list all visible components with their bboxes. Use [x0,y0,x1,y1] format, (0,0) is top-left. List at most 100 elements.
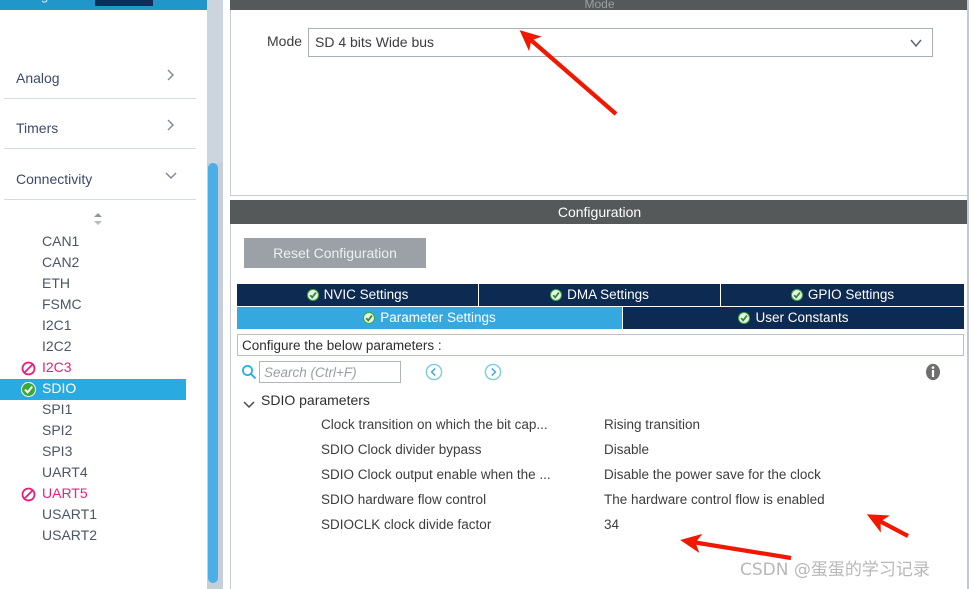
divider [4,148,196,149]
sidebar-tab-underline [0,8,207,10]
sidebar-item-label: SPI1 [42,401,73,417]
sort-updown-icon[interactable] [90,212,106,226]
sidebar-category-timers[interactable]: Timers [0,112,200,150]
sidebar-item-can1[interactable]: CAN1 [0,232,186,253]
mode-field-label: Mode [267,33,303,49]
watermark-text: CSDN @蛋蛋的学习记录 [740,560,930,580]
configuration-tabs-row-1: NVIC Settings DMA Settings GPIO Settings [237,284,964,306]
parameter-value: Disable the power save for the clock [604,467,821,482]
table-row[interactable]: SDIO Clock divider bypass Disable [237,442,964,467]
sidebar-item-uart5[interactable]: UART5 [0,484,186,505]
configuration-section-body: Reset Configuration NVIC Settings DMA Se… [230,224,969,589]
divider [4,199,196,200]
sidebar-item-label: I2C2 [42,338,72,354]
sidebar-item-spi2[interactable]: SPI2 [0,421,186,442]
sidebar-item-label: CAN1 [42,233,80,249]
chevron-right-icon [164,118,178,132]
tab-gpio-settings[interactable]: GPIO Settings [721,284,964,306]
tab-parameter-settings[interactable]: Parameter Settings [237,307,623,329]
mode-dropdown-value: SD 4 bits Wide bus [315,34,435,50]
sidebar-item-fsmc[interactable]: FSMC [0,295,186,316]
tab-a-to-z[interactable]: A->Z [95,0,153,6]
main-content-panel: Mode Mode SD 4 bits Wide bus Configurati… [230,0,969,589]
sidebar-item-spi1[interactable]: SPI1 [0,400,186,421]
chevron-right-icon [164,68,178,82]
circle-right-arrow-icon[interactable] [484,363,502,381]
chevron-down-icon [908,36,924,50]
sidebar-item-i2c2[interactable]: I2C2 [0,337,186,358]
sidebar-item-usart2[interactable]: USART2 [0,526,186,547]
chevron-down-icon[interactable] [242,398,256,412]
mode-section-header: Mode [230,0,969,10]
sidebar-item-eth[interactable]: ETH [0,274,186,295]
table-row[interactable]: SDIO Clock output enable when the ... Di… [237,467,964,492]
parameter-value: 34 [604,517,620,532]
sidebar-scrollbar-top-region[interactable] [207,0,223,163]
table-row[interactable]: SDIOCLK clock divide factor 34 [237,517,964,542]
tab-label: DMA Settings [567,287,649,302]
mode-dropdown[interactable]: SD 4 bits Wide bus [308,28,933,57]
sidebar-item-label: USART2 [42,527,97,543]
chevron-down-icon [164,169,178,183]
parameter-name: SDIOCLK clock divide factor [321,517,492,532]
sidebar-item-can2[interactable]: CAN2 [0,253,186,274]
mode-section-body: Mode SD 4 bits Wide bus [230,10,969,196]
search-input[interactable] [259,361,401,383]
circle-left-arrow-icon[interactable] [425,363,443,381]
sidebar-category-connectivity[interactable]: Connectivity [0,163,200,201]
tab-label: User Constants [755,310,849,325]
sidebar-item-i2c1[interactable]: I2C1 [0,316,186,337]
sidebar-item-label: SPI3 [42,443,73,459]
sidebar-category-label: Timers [16,120,59,136]
parameter-name: Clock transition on which the bit cap... [321,417,548,432]
sidebar-item-label: CAN2 [42,254,80,270]
check-circle-icon [790,286,803,301]
tab-user-constants[interactable]: User Constants [623,307,964,329]
divider [4,98,196,99]
table-row[interactable]: SDIO hardware flow control The hardware … [237,492,964,517]
check-circle-icon [21,382,36,397]
sidebar-category-label: Analog [16,70,60,86]
parameter-value: Disable [604,442,650,457]
reset-configuration-button[interactable]: Reset Configuration [244,238,426,268]
sidebar-item-uart4[interactable]: UART4 [0,463,186,484]
parameter-value: The hardware control flow is enabled [604,492,825,507]
configure-parameters-note: Configure the below parameters : [237,334,964,356]
check-circle-icon [738,309,751,324]
tab-label: GPIO Settings [807,287,895,302]
forbidden-icon [21,361,36,376]
parameter-search-row [237,360,964,388]
check-circle-icon [550,286,563,301]
sidebar-item-spi3[interactable]: SPI3 [0,442,186,463]
parameter-value: Rising transition [604,417,701,432]
sidebar-item-label: ETH [42,275,70,291]
sidebar-item-i2c3[interactable]: I2C3 [0,358,186,379]
sidebar-item-label: UART5 [42,485,88,501]
tab-label: Parameter Settings [380,310,496,325]
sidebar-scrollbar-thumb[interactable] [208,163,218,583]
tab-dma-settings[interactable]: DMA Settings [479,284,721,306]
sidebar-category-analog[interactable]: Analog [0,62,200,100]
check-circle-icon [363,309,376,324]
info-circle-icon[interactable] [923,362,943,382]
parameter-name: SDIO Clock divider bypass [321,442,482,457]
sidebar-category-label: Connectivity [16,171,93,187]
tab-label: NVIC Settings [323,287,409,302]
check-circle-icon [306,286,319,301]
magnifier-icon[interactable] [241,364,257,380]
sidebar-item-label: UART4 [42,464,88,480]
app-window: Categories A->Z Analog Timers Connectivi… [0,0,969,589]
tab-nvic-settings[interactable]: NVIC Settings [237,284,479,306]
parameter-name: SDIO hardware flow control [321,492,487,507]
table-row[interactable]: Clock transition on which the bit cap...… [237,417,964,442]
sidebar-item-label: I2C1 [42,317,72,333]
sidebar-item-label: FSMC [42,296,82,312]
sidebar-item-label: I2C3 [42,359,72,375]
tab-categories[interactable]: Categories [0,0,90,6]
peripheral-sidebar: Categories A->Z Analog Timers Connectivi… [0,0,207,589]
sidebar-item-label: SDIO [42,380,77,396]
sidebar-item-label: SPI2 [42,422,73,438]
sidebar-item-usart1[interactable]: USART1 [0,505,186,526]
configuration-section-header: Configuration [230,200,969,224]
sidebar-item-sdio[interactable]: SDIO [0,379,186,400]
